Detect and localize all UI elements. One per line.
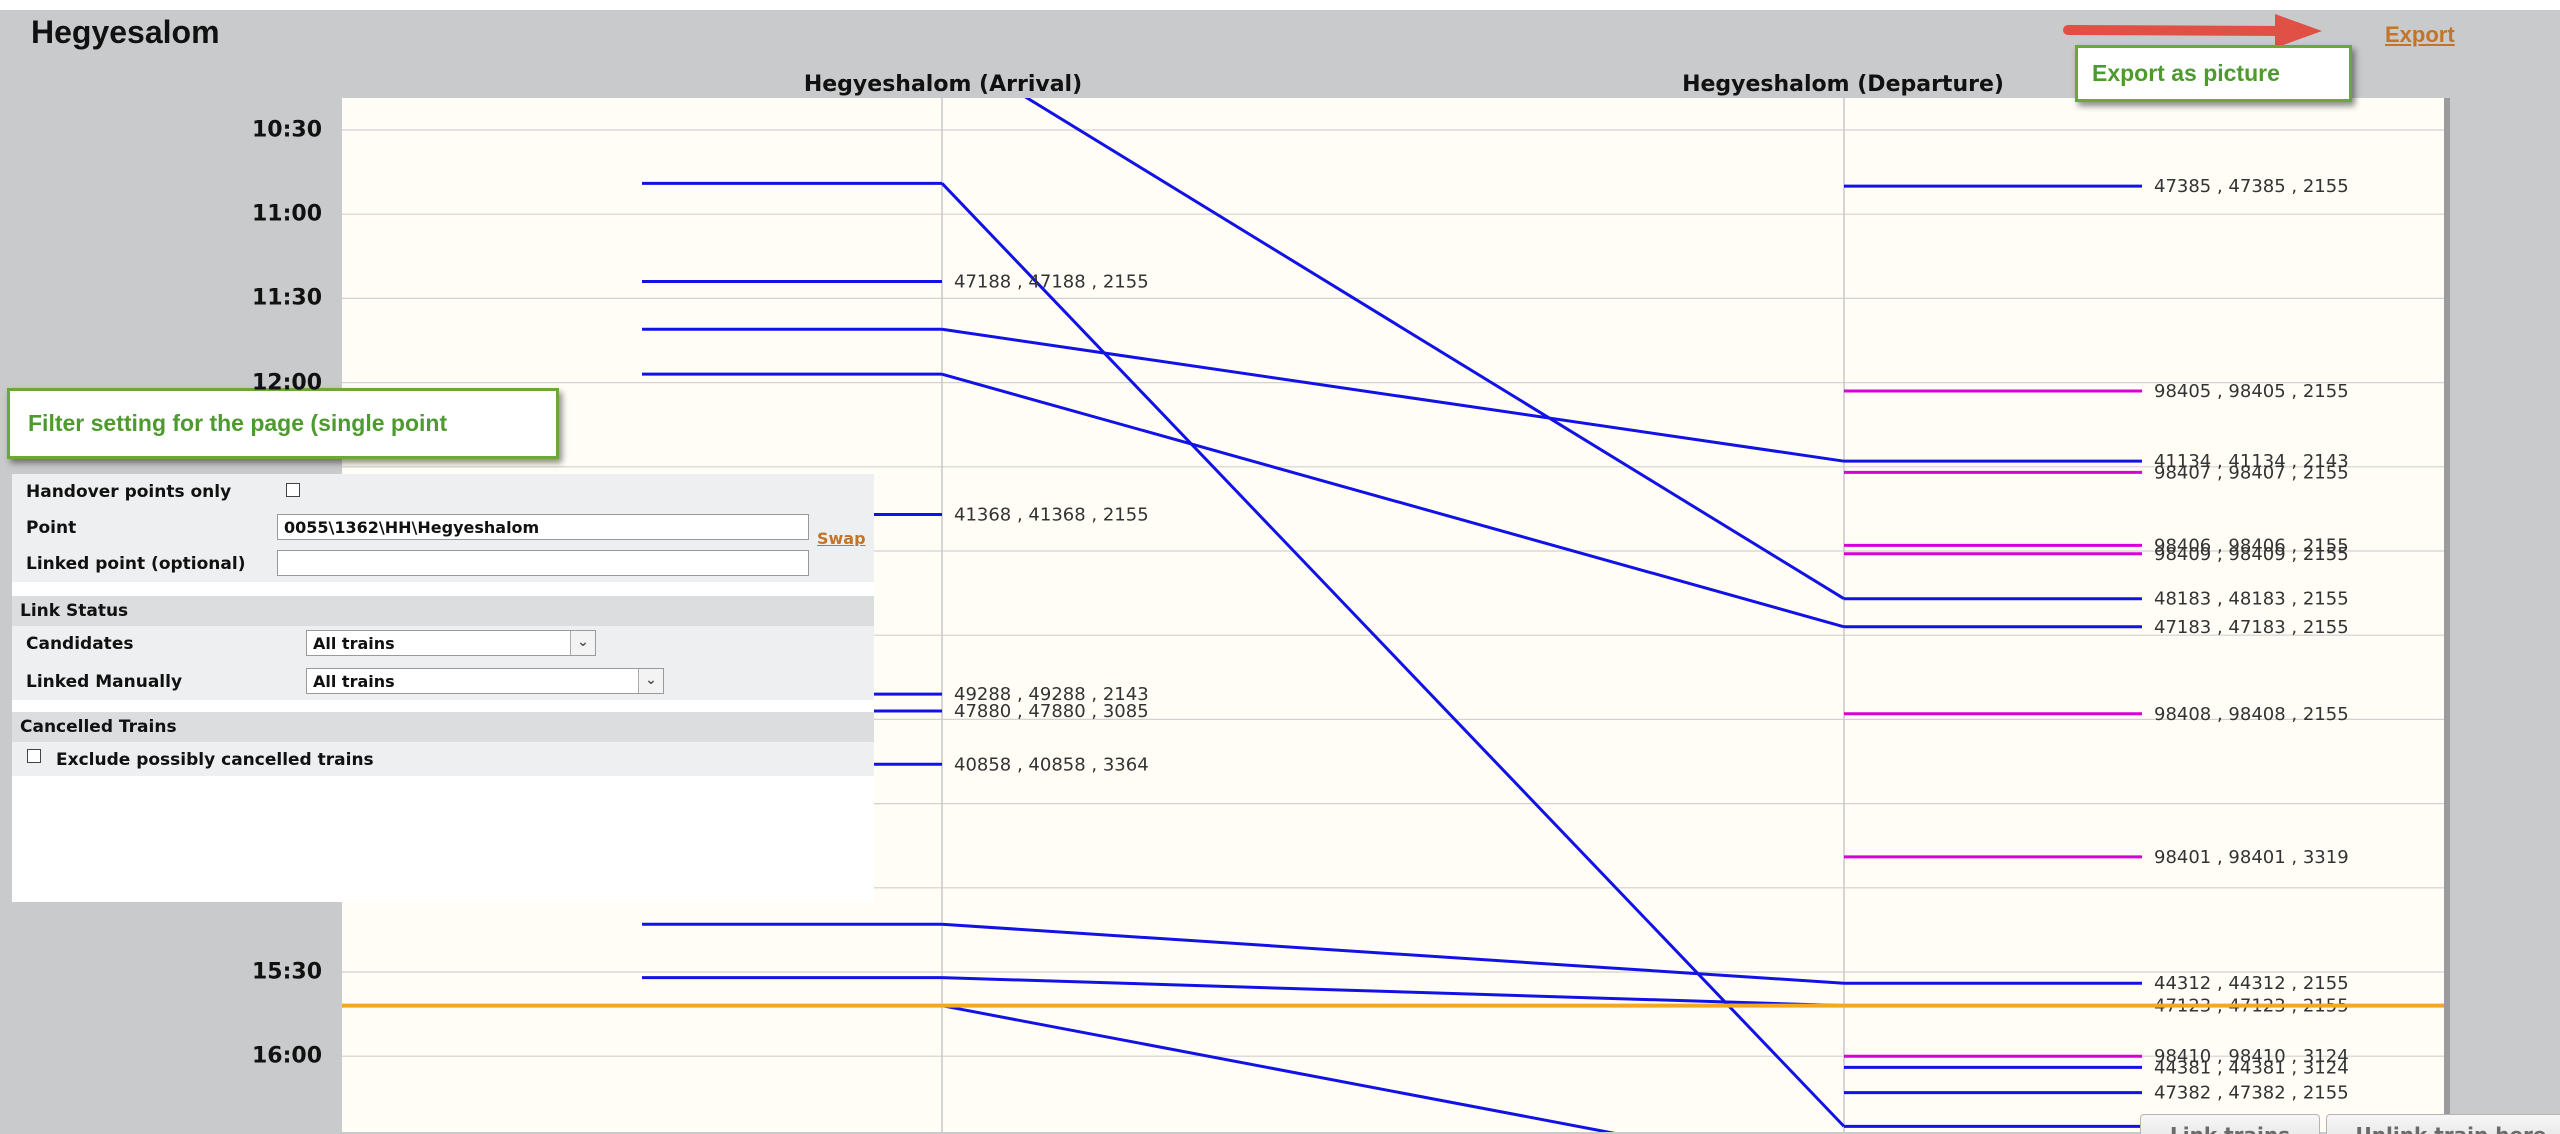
arrival-train-label: 47188 , 47188 , 2155 bbox=[954, 272, 1149, 293]
link-status-header: Link Status bbox=[12, 594, 874, 626]
arrival-train-label: 41368 , 41368 , 2155 bbox=[954, 505, 1149, 526]
linked-point-label: Linked point (optional) bbox=[26, 554, 246, 574]
handover-row: Handover points only bbox=[12, 474, 874, 508]
departure-train-label: 98410 , 98410 , 3124 bbox=[2154, 1046, 2349, 1067]
plot-border bbox=[2444, 98, 2450, 1132]
unlink-train-button[interactable]: Unlink train here bbox=[2326, 1114, 2560, 1134]
point-label: Point bbox=[26, 518, 77, 538]
time-tick-label: 11:30 bbox=[251, 285, 322, 311]
point-row: Point 0055\1362\HH\Hegyeshalom Swap bbox=[12, 508, 874, 548]
filter-callout: Filter setting for the page (single poin… bbox=[7, 388, 559, 459]
cancelled-trains-title: Cancelled Trains bbox=[20, 717, 177, 737]
linked-manually-select[interactable]: All trains ⌄ bbox=[306, 668, 664, 694]
cancelled-trains-header: Cancelled Trains bbox=[12, 710, 874, 742]
export-callout: Export as picture bbox=[2075, 45, 2352, 102]
linked-point-input[interactable] bbox=[277, 550, 809, 576]
candidates-value: All trains bbox=[313, 634, 395, 653]
departure-train-label: 98408 , 98408 , 2155 bbox=[2154, 704, 2349, 725]
app-frame: Hegyesalom Export Hegyeshalom (Arrival) … bbox=[0, 10, 2560, 1134]
page-title: Hegyesalom bbox=[31, 14, 220, 50]
link-trains-button[interactable]: Link trains bbox=[2140, 1114, 2320, 1134]
train-link-line bbox=[941, 372, 1845, 629]
filter-panel: Handover points only Point 0055\1362\HH\… bbox=[12, 474, 874, 902]
link-status-title: Link Status bbox=[20, 601, 129, 621]
departure-train-label: 47385 , 47385 , 2155 bbox=[2154, 176, 2349, 197]
departure-train-label: 98405 , 98405 , 2155 bbox=[2154, 381, 2349, 402]
time-tick-label: 15:30 bbox=[251, 959, 322, 985]
departure-train-label: 98409 , 98409 , 2155 bbox=[2154, 544, 2349, 565]
departure-train-label: 44312 , 44312 , 2155 bbox=[2154, 973, 2349, 994]
train-link-line bbox=[941, 922, 1845, 985]
handover-checkbox[interactable] bbox=[286, 483, 300, 497]
candidates-select[interactable]: All trains ⌄ bbox=[306, 630, 596, 656]
train-link-line bbox=[940, 182, 1846, 1128]
candidates-row: Candidates All trains ⌄ bbox=[12, 626, 874, 662]
candidates-label: Candidates bbox=[26, 634, 134, 654]
departure-train-label: 47382 , 47382 , 2155 bbox=[2154, 1083, 2349, 1104]
train-link-line bbox=[941, 976, 1845, 1008]
time-tick-label: 12:00 bbox=[251, 370, 322, 396]
linked-point-row: Linked point (optional) bbox=[12, 546, 874, 582]
departure-train-label: 98401 , 98401 , 3319 bbox=[2154, 847, 2349, 868]
exclude-checkbox[interactable] bbox=[27, 749, 41, 763]
export-link[interactable]: Export bbox=[2385, 22, 2455, 48]
train-link-line bbox=[941, 327, 1845, 463]
time-tick-label: 11:00 bbox=[251, 201, 322, 227]
train-link-line bbox=[941, 1004, 1616, 1132]
time-tick-label: 10:30 bbox=[251, 117, 322, 143]
point-input[interactable]: 0055\1362\HH\Hegyeshalom bbox=[277, 514, 809, 540]
arrival-train-label: 47880 , 47880 , 3085 bbox=[954, 701, 1149, 722]
departure-train-label: 98407 , 98407 , 2155 bbox=[2154, 462, 2349, 483]
exclude-row: Exclude possibly cancelled trains bbox=[12, 742, 874, 776]
linked-manually-row: Linked Manually All trains ⌄ bbox=[12, 662, 874, 700]
chevron-down-icon: ⌄ bbox=[638, 669, 663, 693]
exclude-label: Exclude possibly cancelled trains bbox=[56, 750, 374, 770]
arrival-column-header: Hegyeshalom (Arrival) bbox=[803, 72, 1083, 97]
departure-train-label: 47183 , 47183 , 2155 bbox=[2154, 617, 2349, 638]
arrival-train-label: 40858 , 40858 , 3364 bbox=[954, 754, 1149, 775]
chevron-down-icon: ⌄ bbox=[570, 631, 595, 655]
handover-label: Handover points only bbox=[26, 482, 232, 502]
linked-manually-value: All trains bbox=[313, 672, 395, 691]
linked-manually-label: Linked Manually bbox=[26, 672, 183, 692]
departure-train-label: 48183 , 48183 , 2155 bbox=[2154, 589, 2349, 610]
time-tick-label: 16:00 bbox=[251, 1043, 322, 1069]
departure-column-header: Hegyeshalom (Departure) bbox=[1682, 72, 2004, 97]
